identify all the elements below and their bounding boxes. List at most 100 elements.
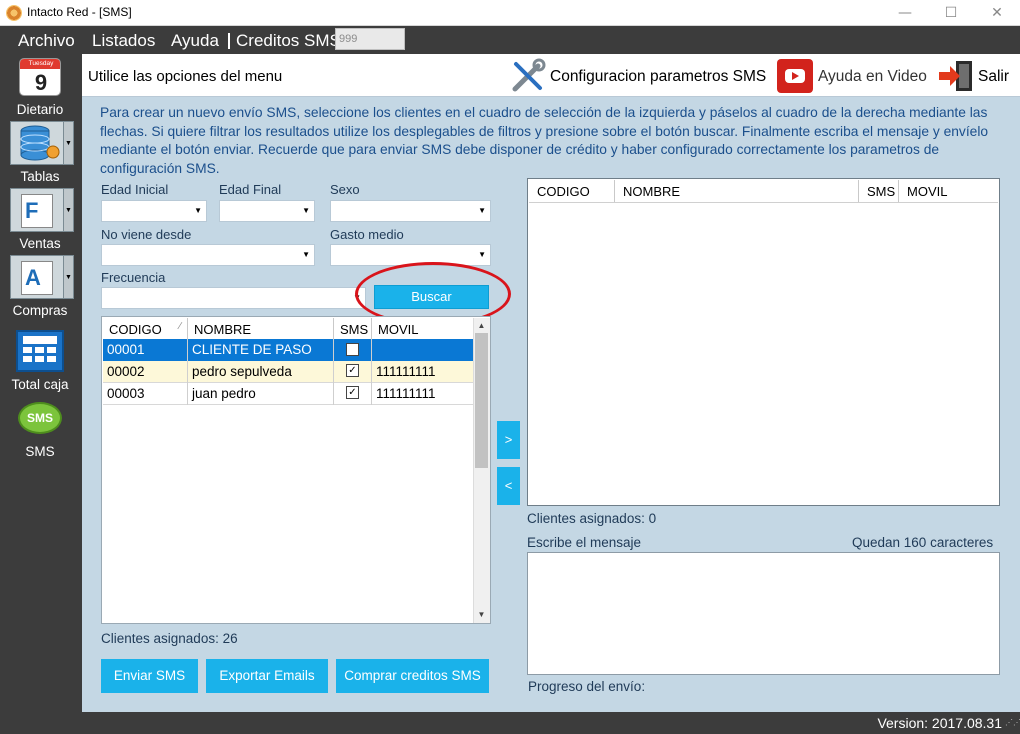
chevron-down-icon: ▼ xyxy=(302,250,310,259)
exit-link[interactable]: Salir xyxy=(978,68,1009,86)
cell-sms: ✓ xyxy=(334,383,372,405)
frecuencia-select[interactable]: ▼ xyxy=(101,287,366,309)
tablas-dropdown-icon[interactable]: ▼ xyxy=(63,121,74,165)
cell-sms xyxy=(334,339,372,361)
compras-dropdown-icon[interactable]: ▼ xyxy=(63,255,74,299)
table-row[interactable]: 00002 pedro sepulveda ✓ 111111111 xyxy=(103,361,473,383)
col-codigo[interactable]: CODIGO xyxy=(529,180,615,202)
database-icon[interactable] xyxy=(10,121,66,165)
instructions-text: Para crear un nuevo envío SMS, seleccion… xyxy=(100,105,989,176)
resize-grip-icon[interactable]: ⋰⋰ xyxy=(1005,719,1020,732)
menu-ayuda[interactable]: Ayuda xyxy=(171,31,219,51)
left-assigned-count: Clientes asignados: 26 xyxy=(101,631,238,646)
menu-listados[interactable]: Listados xyxy=(92,31,155,51)
sexo-label: Sexo xyxy=(330,182,360,197)
cell-nombre: juan pedro xyxy=(188,383,334,405)
ventas-dropdown-icon[interactable]: ▼ xyxy=(63,188,74,232)
send-progress-label: Progreso del envío: xyxy=(528,679,646,694)
sidebar-item-total-caja[interactable]: Total caja xyxy=(0,377,80,392)
close-button[interactable]: ✕ xyxy=(974,0,1020,26)
cell-nombre: pedro sepulveda xyxy=(188,361,334,383)
move-left-button[interactable]: < xyxy=(497,467,520,505)
register-icon[interactable] xyxy=(16,330,64,372)
minimize-button[interactable]: — xyxy=(882,0,928,26)
sms-checkbox[interactable] xyxy=(346,343,359,356)
maximize-button[interactable]: ☐ xyxy=(928,0,974,26)
chevron-down-icon: ▼ xyxy=(302,206,310,215)
menu-separator xyxy=(228,33,230,49)
gasto-label: Gasto medio xyxy=(330,227,404,242)
config-sms-link[interactable]: Configuracion parametros SMS xyxy=(550,68,766,86)
purchase-icon[interactable]: A xyxy=(10,255,66,299)
sidebar-item-compras[interactable]: Compras xyxy=(0,303,80,318)
chevron-down-icon: ▼ xyxy=(478,250,486,259)
exit-icon[interactable] xyxy=(938,60,974,92)
header-text: Utilice las opciones del menu xyxy=(88,68,283,85)
sms-icon[interactable]: SMS xyxy=(18,402,62,434)
sidebar-item-dietario[interactable]: Dietario xyxy=(0,102,80,117)
version-text: Version: 2017.08.31 xyxy=(877,715,1002,731)
cell-movil: 111111111 xyxy=(376,386,436,401)
sms-checkbox[interactable]: ✓ xyxy=(346,364,359,377)
col-movil[interactable]: MOVIL xyxy=(899,180,998,202)
scroll-up-icon[interactable]: ▲ xyxy=(473,318,490,333)
col-codigo[interactable]: CODIGO ∕ xyxy=(103,318,188,340)
edad-inicial-select[interactable]: ▼ xyxy=(101,200,207,222)
message-label: Escribe el mensaje xyxy=(527,535,642,550)
no-viene-select[interactable]: ▼ xyxy=(101,244,315,266)
menu-archivo[interactable]: Archivo xyxy=(18,31,75,51)
header-divider xyxy=(529,202,998,203)
table-row[interactable]: 00001 CLIENTE DE PASO xyxy=(103,339,473,361)
edad-final-label: Edad Final xyxy=(219,182,282,197)
wrench-icon[interactable] xyxy=(510,58,546,94)
assigned-grid[interactable] xyxy=(527,178,1000,506)
window-title: Intacto Red - [SMS] xyxy=(27,5,132,19)
invoice-icon[interactable]: F xyxy=(10,188,66,232)
edad-inicial-label: Edad Inicial xyxy=(101,182,169,197)
col-movil[interactable]: MOVIL xyxy=(372,318,473,340)
enviar-sms-button[interactable]: Enviar SMS xyxy=(101,659,198,693)
compras-letter: A xyxy=(25,265,41,290)
scroll-thumb[interactable] xyxy=(475,333,488,468)
creditos-value: 999 xyxy=(335,28,405,50)
right-assigned-count: Clientes asignados: 0 xyxy=(527,511,657,526)
scroll-down-icon[interactable]: ▼ xyxy=(473,607,490,622)
sms-checkbox[interactable]: ✓ xyxy=(346,386,359,399)
cell-movil xyxy=(372,339,473,361)
sort-icon: ∕ xyxy=(179,321,181,332)
no-viene-label: No viene desde xyxy=(101,227,192,242)
calendar-month: Tuesday xyxy=(20,59,60,69)
cell-codigo: 00002 xyxy=(103,361,188,383)
calendar-day: 9 xyxy=(34,70,48,95)
sidebar-item-ventas[interactable]: Ventas xyxy=(0,236,80,251)
edad-final-select[interactable]: ▼ xyxy=(219,200,315,222)
title-bar xyxy=(0,0,1020,26)
col-sms[interactable]: SMS xyxy=(334,318,372,340)
exportar-emails-button[interactable]: Exportar Emails xyxy=(206,659,328,693)
table-row[interactable]: 00003 juan pedro ✓ 111111111 xyxy=(103,383,473,405)
cell-nombre: CLIENTE DE PASO xyxy=(188,339,334,361)
video-icon[interactable] xyxy=(777,59,813,93)
col-codigo-label: CODIGO xyxy=(109,322,162,337)
chars-remaining: Quedan 160 caracteres xyxy=(852,535,994,550)
app-icon xyxy=(6,5,22,21)
video-help-link[interactable]: Ayuda en Video xyxy=(818,68,927,86)
col-nombre[interactable]: NOMBRE xyxy=(188,318,334,340)
status-bar xyxy=(0,712,1020,734)
ventas-letter: F xyxy=(25,198,39,223)
frecuencia-label: Frecuencia xyxy=(101,270,166,285)
sidebar-item-tablas[interactable]: Tablas xyxy=(0,169,80,184)
message-input[interactable] xyxy=(527,552,1000,675)
comprar-creditos-button[interactable]: Comprar creditos SMS xyxy=(336,659,489,693)
creditos-label: Creditos SMS xyxy=(236,31,341,50)
chevron-down-icon: ▼ xyxy=(478,206,486,215)
calendar-icon[interactable]: Tuesday 9 xyxy=(19,58,61,96)
cell-codigo: 00001 xyxy=(103,339,188,361)
cell-sms: ✓ xyxy=(334,361,372,383)
move-right-button[interactable]: > xyxy=(497,421,520,459)
cell-movil: 111111111 xyxy=(376,364,436,379)
sexo-select[interactable]: ▼ xyxy=(330,200,491,222)
col-nombre[interactable]: NOMBRE xyxy=(615,180,859,202)
sidebar-item-sms[interactable]: SMS xyxy=(0,444,80,459)
col-sms[interactable]: SMS xyxy=(859,180,899,202)
